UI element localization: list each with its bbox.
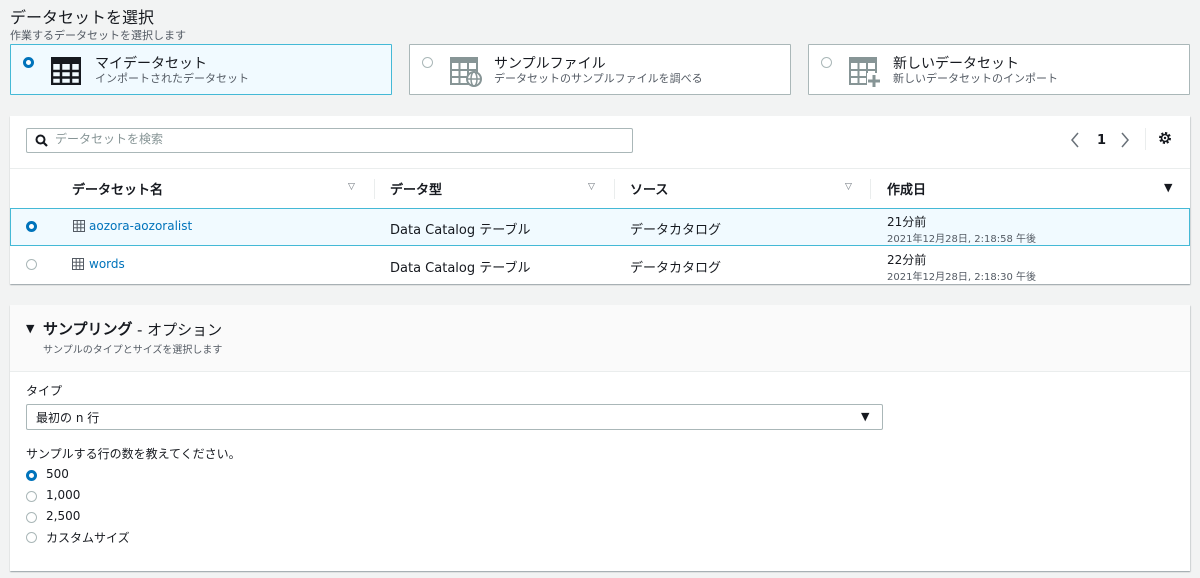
card-desc: 新しいデータセットのインポート — [893, 72, 1058, 85]
page-subtitle: 作業するデータセットを選択します — [10, 29, 186, 42]
option-label: 1,000 — [46, 488, 81, 502]
search-input[interactable] — [55, 132, 615, 146]
radio-my-datasets[interactable] — [23, 57, 34, 68]
sort-desc-icon[interactable]: ▼ — [1164, 181, 1172, 194]
table-icon — [73, 220, 85, 236]
pagination-divider — [1145, 128, 1146, 150]
column-header-name[interactable]: データセット名 — [72, 179, 163, 198]
radio-500[interactable] — [26, 470, 37, 481]
next-page-icon[interactable] — [1120, 132, 1130, 152]
row-radio[interactable] — [26, 221, 37, 232]
gear-icon[interactable] — [1157, 130, 1173, 150]
created-ago: 21分前 — [887, 215, 927, 229]
card-new-dataset[interactable]: 新しいデータセット 新しいデータセットのインポート — [808, 44, 1190, 95]
card-desc: データセットのサンプルファイルを調べる — [494, 72, 703, 85]
sampling-title[interactable]: サンプリング — [43, 318, 133, 339]
type-label: タイプ — [26, 384, 63, 398]
option-label: 2,500 — [46, 509, 81, 523]
created-date: 2021年12月28日, 2:18:58 午後 — [887, 234, 1036, 245]
prev-page-icon[interactable] — [1070, 132, 1080, 152]
table-row[interactable]: words Data Catalog テーブル データカタログ 22分前 202… — [10, 246, 1190, 284]
table-add-icon — [849, 57, 881, 91]
table-icon — [50, 56, 82, 89]
row-radio[interactable] — [26, 259, 37, 270]
page-title: データセットを選択 — [10, 8, 155, 27]
table-header-row: データセット名 ▽ データ型 ▽ ソース ▽ 作成日 ▼ — [10, 168, 1190, 206]
dataset-name-link[interactable]: words — [89, 257, 125, 271]
sort-icon[interactable]: ▽ — [588, 182, 595, 192]
rows-label: サンプルする行の数を教えてください。 — [26, 447, 241, 461]
dataset-type: Data Catalog テーブル — [390, 223, 531, 238]
type-select[interactable]: 最初の n 行 ▼ — [26, 404, 883, 430]
card-sample-files[interactable]: サンプルファイル データセットのサンプルファイルを調べる — [409, 44, 791, 95]
sampling-title-suffix: - オプション — [137, 321, 223, 339]
column-divider — [374, 179, 375, 199]
caret-down-icon[interactable]: ▼ — [26, 322, 34, 335]
search-box[interactable] — [26, 128, 633, 153]
radio-sample-files[interactable] — [422, 57, 433, 68]
caret-down-icon[interactable]: ▼ — [861, 410, 869, 423]
radio-custom-size[interactable] — [26, 532, 37, 543]
card-desc: インポートされたデータセット — [95, 72, 249, 85]
sampling-subtitle: サンプルのタイプとサイズを選択します — [43, 345, 223, 356]
search-icon — [35, 134, 48, 151]
radio-2500[interactable] — [26, 512, 37, 523]
column-header-source[interactable]: ソース — [630, 179, 668, 198]
datasets-table-panel: 1 データセット名 ▽ データ型 ▽ ソース ▽ 作成日 ▼ aozora-ao… — [10, 116, 1190, 284]
sort-icon[interactable]: ▽ — [348, 182, 355, 192]
dataset-type: Data Catalog テーブル — [390, 261, 531, 276]
table-globe-icon — [450, 57, 482, 91]
sampling-section: ▼ サンプリング - オプション サンプルのタイプとサイズを選択します タイプ … — [10, 305, 1190, 571]
type-select-value: 最初の n 行 — [36, 411, 100, 425]
created-date: 2021年12月28日, 2:18:30 午後 — [887, 272, 1036, 283]
option-label: 500 — [46, 467, 69, 481]
card-my-datasets[interactable]: マイデータセット インポートされたデータセット — [10, 44, 392, 95]
dataset-source: データカタログ — [630, 261, 722, 276]
sort-icon[interactable]: ▽ — [845, 182, 852, 192]
column-header-created[interactable]: 作成日 — [887, 179, 926, 198]
table-icon — [72, 258, 84, 274]
dataset-name-link[interactable]: aozora-aozoralist — [89, 219, 192, 233]
table-row[interactable]: aozora-aozoralist Data Catalog テーブル データカ… — [10, 208, 1190, 246]
created-ago: 22分前 — [887, 253, 927, 267]
radio-1000[interactable] — [26, 491, 37, 502]
sampling-header[interactable]: ▼ サンプリング - オプション サンプルのタイプとサイズを選択します — [10, 305, 1190, 372]
column-header-type[interactable]: データ型 — [390, 179, 442, 198]
option-label: カスタムサイズ — [46, 531, 130, 545]
column-divider — [614, 179, 615, 199]
column-divider — [870, 179, 871, 199]
page-number[interactable]: 1 — [1097, 133, 1106, 148]
dataset-source: データカタログ — [630, 223, 722, 238]
radio-new-dataset[interactable] — [821, 57, 832, 68]
